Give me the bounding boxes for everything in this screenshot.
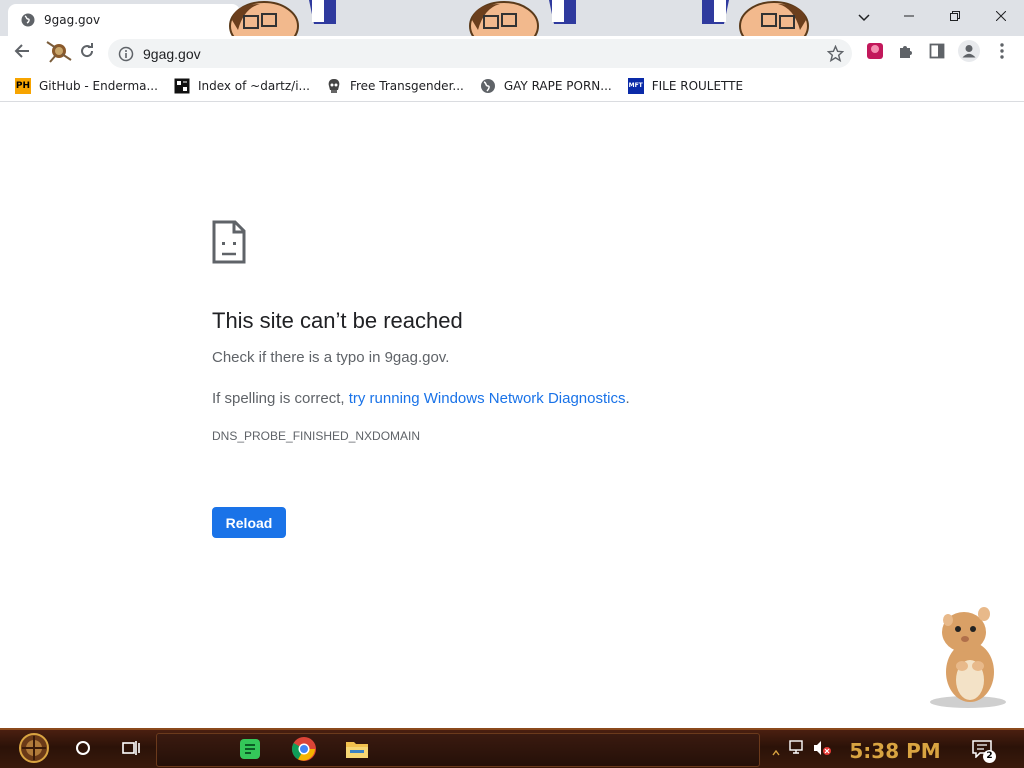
side-panel-button[interactable]: [922, 38, 952, 68]
browser-toolbar: 9gag.gov: [0, 36, 1024, 70]
side-panel-icon: [929, 43, 945, 63]
address-bar[interactable]: 9gag.gov: [108, 39, 852, 68]
bookmark-file-roulette[interactable]: MFT FILE ROULETTE: [621, 73, 750, 99]
puzzle-icon: [898, 43, 914, 63]
action-center-button[interactable]: 2: [968, 737, 998, 763]
reload-button[interactable]: Reload: [212, 507, 286, 538]
error-title: This site can’t be reached: [212, 308, 463, 333]
close-window-button[interactable]: [978, 0, 1024, 30]
cortana-circle-icon: [75, 740, 91, 760]
start-orb-icon: [14, 732, 54, 768]
bookmark-label: GitHub - Enderma...: [39, 78, 158, 93]
index-icon: [174, 78, 190, 94]
taskbar-clock[interactable]: 5:38 PM: [840, 735, 950, 767]
tray-network-button[interactable]: [786, 737, 810, 763]
person-icon: [958, 40, 980, 66]
ornament-icon: [44, 36, 74, 70]
tray-overflow-button[interactable]: [764, 737, 788, 763]
tray-volume-button[interactable]: [810, 737, 834, 763]
error-code: DNS_PROBE_FINISHED_NXDOMAIN: [212, 429, 421, 443]
diagnostics-link[interactable]: try running Windows Network Diagnostics: [349, 390, 626, 407]
minimize-icon: [904, 6, 914, 25]
ph-icon: PH: [15, 77, 31, 94]
diagnostics-prefix: If spelling is correct,: [212, 390, 349, 407]
chevron-down-icon: [858, 7, 870, 26]
volume-muted-icon: [812, 740, 832, 760]
bookmark-free-transgender[interactable]: Free Transgender...: [319, 73, 471, 99]
taskbar-notes-app[interactable]: [230, 735, 270, 767]
arrow-left-icon: [14, 43, 30, 63]
mft-icon: MFT: [627, 77, 644, 94]
info-icon[interactable]: [118, 46, 134, 62]
bookmarks-bar: PH GitHub - Enderma... Index of ~dartz/i…: [0, 70, 1024, 102]
bookmark-index[interactable]: Index of ~dartz/i...: [167, 73, 317, 99]
refresh-icon: [79, 43, 95, 63]
notification-count-badge: 2: [983, 750, 996, 763]
error-typo-hint: Check if there is a typo in 9gag.gov.: [212, 349, 450, 366]
minimize-button[interactable]: [886, 0, 932, 30]
start-button[interactable]: [10, 732, 58, 768]
tab-search-button[interactable]: [850, 4, 878, 28]
search-button[interactable]: [66, 732, 100, 768]
profile-extension-button[interactable]: [860, 38, 890, 68]
globe-icon: [20, 12, 36, 28]
skull-icon: [326, 78, 342, 94]
url-text[interactable]: 9gag.gov: [143, 46, 201, 62]
restore-button[interactable]: [932, 0, 978, 30]
bookmark-label: FILE ROULETTE: [651, 78, 744, 93]
error-diagnostics-hint: If spelling is correct, try running Wind…: [212, 390, 812, 407]
close-icon: [995, 6, 1007, 25]
refresh-button[interactable]: [72, 38, 102, 68]
window-controls: [886, 0, 1024, 30]
error-page: This site can’t be reached Check if ther…: [212, 220, 812, 538]
chrome-icon: [291, 736, 317, 766]
globe-icon: [480, 78, 496, 94]
task-view-icon: [122, 740, 140, 760]
forward-button[interactable]: [44, 38, 74, 68]
tab-strip: 9gag.gov: [0, 0, 1024, 51]
menu-button[interactable]: [987, 38, 1017, 68]
chevron-up-icon: [772, 741, 780, 760]
bookmark-label: Index of ~dartz/i...: [197, 78, 310, 93]
star-icon[interactable]: [826, 44, 845, 63]
hamster-image: [930, 607, 1006, 708]
taskbar-file-explorer-app[interactable]: [337, 735, 377, 767]
notes-icon: [239, 738, 261, 764]
network-icon: [789, 740, 807, 760]
taskbar-chrome-app[interactable]: [284, 735, 324, 767]
task-view-button[interactable]: [114, 732, 148, 768]
profile-button[interactable]: [954, 38, 984, 68]
diagnostics-suffix: .: [625, 390, 630, 407]
notification-icon: 2: [972, 740, 996, 763]
sad-document-icon: [212, 220, 246, 264]
tab-title: 9gag.gov: [44, 13, 101, 27]
bookmark-label: Free Transgender...: [349, 78, 464, 93]
bookmark-label: GAY RAPE PORN...: [503, 78, 612, 93]
bookmark-github[interactable]: PH GitHub - Enderma...: [8, 73, 165, 99]
back-button[interactable]: [7, 38, 37, 68]
folder-icon: [345, 739, 369, 763]
kebab-menu-icon: [1000, 43, 1004, 63]
taskbar: 5:38 PM 2: [0, 728, 1024, 768]
extension-avatar-icon: [866, 42, 884, 64]
restore-icon: [950, 6, 960, 25]
extensions-button[interactable]: [891, 38, 921, 68]
bookmark-globe[interactable]: GAY RAPE PORN...: [473, 73, 619, 99]
tab-active[interactable]: 9gag.gov: [8, 4, 240, 36]
